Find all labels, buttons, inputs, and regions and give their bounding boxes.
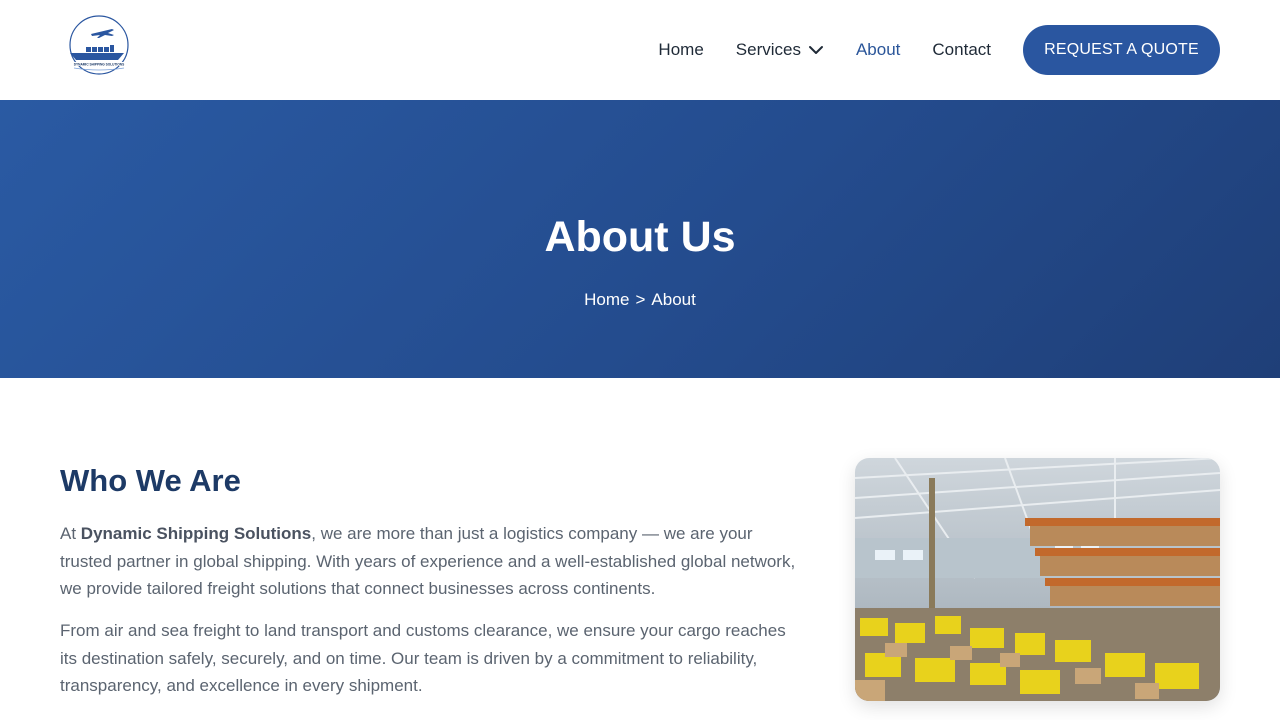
site-header: DYNAMIC SHIPPING SOLUTIONS Home Services… xyxy=(0,0,1280,100)
chevron-down-icon xyxy=(808,42,824,58)
svg-text:DYNAMIC SHIPPING SOLUTIONS: DYNAMIC SHIPPING SOLUTIONS xyxy=(74,63,124,67)
warehouse-image-icon xyxy=(855,458,1220,701)
request-quote-button[interactable]: REQUEST A QUOTE xyxy=(1023,25,1220,75)
company-logo[interactable]: DYNAMIC SHIPPING SOLUTIONS xyxy=(64,14,134,78)
nav-contact[interactable]: Contact xyxy=(932,40,991,60)
services-paragraph: From air and sea freight to land transpo… xyxy=(60,621,786,695)
breadcrumb-home-link[interactable]: Home xyxy=(584,290,629,310)
breadcrumb-separator: > xyxy=(635,290,646,309)
ship-plane-logo-icon: DYNAMIC SHIPPING SOLUTIONS xyxy=(69,15,129,75)
breadcrumb-current: About xyxy=(651,290,696,309)
main-nav: Home Services About Contact REQUEST A QU… xyxy=(658,25,1220,75)
hero-banner: About Us Home > About xyxy=(0,100,1280,378)
page-title: About Us xyxy=(544,213,736,261)
nav-home[interactable]: Home xyxy=(658,40,703,60)
intro-paragraph: At Dynamic Shipping Solutions, we are mo… xyxy=(60,520,800,603)
breadcrumb: Home > About xyxy=(0,290,1280,310)
section-title-who-we-are: Who We Are xyxy=(60,463,241,498)
nav-services-label: Services xyxy=(735,40,801,59)
company-name: Dynamic Shipping Solutions xyxy=(80,524,312,543)
nav-about[interactable]: About xyxy=(856,40,900,60)
warehouse-photo xyxy=(855,458,1220,701)
nav-services[interactable]: Services xyxy=(736,40,824,60)
intro-prefix: At xyxy=(60,524,81,543)
